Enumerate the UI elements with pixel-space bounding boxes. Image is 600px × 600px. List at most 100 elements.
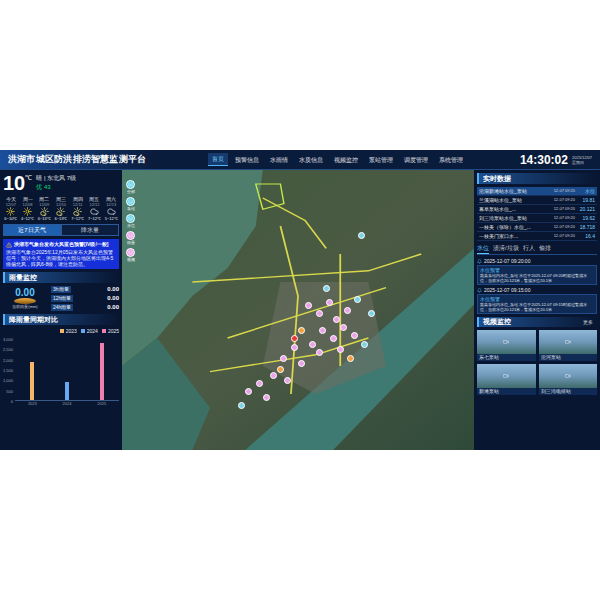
sun-icon: [23, 207, 32, 216]
nav-item[interactable]: 预警信息: [231, 154, 263, 166]
rain-row: 3h雨量0.00: [51, 286, 119, 293]
map-pin[interactable]: [319, 327, 326, 334]
rain-gauge-icon: [14, 298, 36, 304]
legend-item: 2023: [60, 328, 77, 334]
forecast-day: 周六12/135~12℃: [103, 196, 119, 221]
map-pin[interactable]: [284, 377, 291, 384]
table-row[interactable]: 沿湖新滩站水位_泵站12-07 09:20水位: [477, 187, 597, 196]
weather-tab[interactable]: 近7日天气: [3, 224, 61, 236]
map-pin[interactable]: [245, 388, 252, 395]
nav-item[interactable]: 水雨情: [266, 154, 292, 166]
map-pin[interactable]: [291, 344, 298, 351]
chart-legend: 2023 2024 2025: [3, 328, 119, 334]
rain-monitor: 0.00当前雨量(mm)3h雨量0.0012h雨量0.0024h雨量0.00: [3, 286, 119, 311]
realtime-title: 实时数据: [477, 173, 597, 184]
realtime-table: 沿湖新滩站水位_泵站12-07 09:20水位兰溪湖站水位_泵站12-07 09…: [477, 187, 597, 241]
nav-item[interactable]: 泵站管理: [365, 154, 397, 166]
layer-button[interactable]: 全部: [126, 180, 135, 194]
cloud-icon: [90, 207, 99, 216]
layer-switcher: 全部泵站水位雨量视频: [126, 180, 135, 262]
chart-title: 降雨量同期对比: [3, 314, 119, 325]
layer-icon: [128, 182, 133, 187]
left-panel: 10℃晴 | 东北风 7级优 43今天12/076~10℃周一12/084~12…: [0, 170, 122, 450]
bell-icon: [477, 288, 482, 293]
alert-tab[interactable]: 偷排: [539, 244, 551, 254]
map-pin[interactable]: [277, 366, 284, 373]
table-row[interactable]: 刘三湾泵站水位_泵站12-07 09:2019.62: [477, 214, 597, 223]
clock: 14:30:022025/12/07星期日: [520, 153, 600, 167]
body: 10℃晴 | 东北风 7级优 43今天12/076~10℃周一12/084~12…: [0, 170, 600, 450]
forecast-day: 周五12/127~12℃: [87, 196, 103, 221]
nav-item[interactable]: 水质信息: [295, 154, 327, 166]
alert-tab[interactable]: 渍涝/垃圾: [493, 244, 519, 254]
alert-tab[interactable]: 水位: [477, 244, 489, 254]
video-frame: [477, 364, 536, 388]
map-pin[interactable]: [323, 285, 330, 292]
layer-button[interactable]: 泵站: [126, 197, 135, 211]
partly-cloudy-icon: [56, 207, 65, 216]
camera-icon: [565, 373, 571, 379]
map-pin[interactable]: [309, 341, 316, 348]
map-pin[interactable]: [316, 310, 323, 317]
map-pin[interactable]: [330, 335, 337, 342]
map[interactable]: 全部泵站水位雨量视频: [122, 170, 474, 450]
alert-item[interactable]: 2025-12-07 09:20:00水位预警蔬菜泵站内水位_泵站 水位于202…: [477, 258, 597, 285]
alert-box: 洪湖市气象台发布大风蓝色预警[IV级/一般]洪湖市气象台2025年12月05日发…: [3, 239, 119, 269]
map-pin[interactable]: [344, 307, 351, 314]
map-pin[interactable]: [305, 302, 312, 309]
map-pin[interactable]: [270, 372, 277, 379]
map-pin[interactable]: [326, 299, 333, 306]
map-pin[interactable]: [298, 327, 305, 334]
alert-list: 2025-12-07 09:20:00水位预警蔬菜泵站内水位_泵站 水位于202…: [477, 258, 597, 314]
video-card[interactable]: 东七泵站: [477, 330, 536, 361]
map-pin[interactable]: [256, 380, 263, 387]
layer-icon: [128, 216, 133, 221]
table-row[interactable]: 一枝美（张咏）水位_...12-07 09:2018.718: [477, 223, 597, 232]
page: 洪湖市城区防洪排涝智慧监测平台首页预警信息水雨情水质信息视频监控泵站管理调度管理…: [0, 0, 600, 600]
table-row[interactable]: 兰溪湖站水位_泵站12-07 09:2019.81: [477, 196, 597, 205]
alert-item[interactable]: 2025-12-07 09:15:00水位预警蔬菜泵站内水位_泵站 水位于202…: [477, 287, 597, 314]
video-card[interactable]: 新滩泵站: [477, 364, 536, 395]
bar-chart: 3,0002,5002,0001,5001,000500020232024202…: [3, 337, 119, 407]
layer-icon: [128, 233, 133, 238]
video-card[interactable]: 刘三湾电排站: [539, 364, 598, 395]
layer-button[interactable]: 雨量: [126, 231, 135, 245]
legend-item: 2024: [81, 328, 98, 334]
video-card[interactable]: 沿河泵站: [539, 330, 598, 361]
map-pin[interactable]: [238, 402, 245, 409]
layer-button[interactable]: 视频: [126, 248, 135, 262]
layer-icon: [128, 199, 133, 204]
nav-item[interactable]: 首页: [208, 153, 228, 166]
video-header: 视频监控更多: [477, 317, 597, 327]
map-pin[interactable]: [333, 316, 340, 323]
forecast-day: 周四12/117~12℃: [70, 196, 86, 221]
map-pin[interactable]: [316, 349, 323, 356]
table-row[interactable]: 幕阜泵站水位_...12-07 09:2020.121: [477, 205, 597, 214]
video-grid: 东七泵站沿河泵站新滩泵站刘三湾电排站: [477, 330, 597, 395]
alert-tab[interactable]: 行人: [523, 244, 535, 254]
map-pin[interactable]: [263, 394, 270, 401]
alert-tabs: 水位渍涝/垃圾行人偷排: [477, 244, 597, 255]
aqi-badge: 优 43: [36, 184, 76, 191]
layer-button[interactable]: 水位: [126, 214, 135, 228]
legend-item: 2025: [102, 328, 119, 334]
nav-item[interactable]: 系统管理: [435, 154, 467, 166]
bar: [100, 343, 104, 400]
nav-bar: 首页预警信息水雨情水质信息视频监控泵站管理调度管理系统管理: [154, 153, 520, 166]
weather-tab[interactable]: 降水量: [61, 224, 119, 236]
header-bar: 洪湖市城区防洪排涝智慧监测平台首页预警信息水雨情水质信息视频监控泵站管理调度管理…: [0, 150, 600, 170]
weather-tabs: 近7日天气降水量: [3, 224, 119, 236]
more-link[interactable]: 更多: [583, 317, 593, 327]
weather-now: 10℃晴 | 东北风 7级优 43: [3, 173, 119, 193]
forecast-day: 周三12/106~13℃: [53, 196, 69, 221]
bar: [65, 382, 69, 400]
rain-title: 雨量监控: [3, 272, 119, 283]
table-row[interactable]: 一枝美门家口水...12-07 09:2016.4: [477, 232, 597, 241]
y-axis: 3,0002,5002,0001,5001,0005000: [3, 337, 13, 407]
rain-row: 24h雨量0.00: [51, 304, 119, 311]
map-terrain: [122, 170, 474, 450]
forecast-day: 周一12/084~12℃: [20, 196, 36, 221]
nav-item[interactable]: 调度管理: [400, 154, 432, 166]
nav-item[interactable]: 视频监控: [330, 154, 362, 166]
map-pin[interactable]: [358, 232, 365, 239]
